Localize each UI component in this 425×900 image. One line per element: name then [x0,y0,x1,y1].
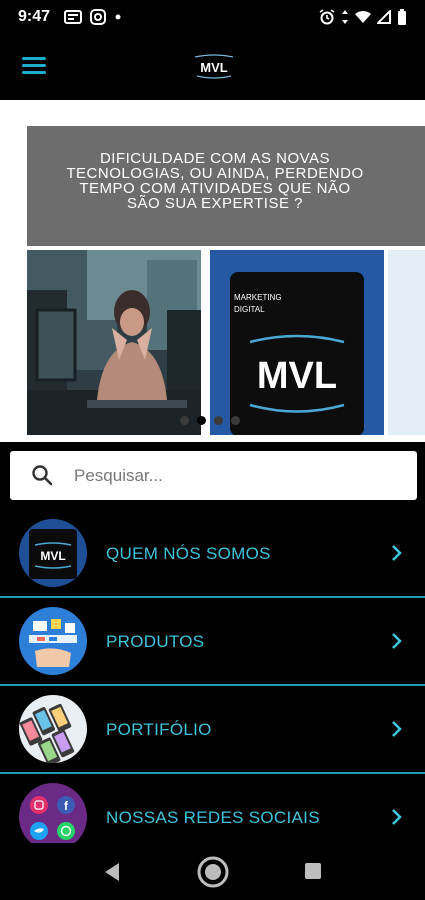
chevron-right-icon [392,545,402,561]
headline-line: SÃO SUA EXPERTISE ? [127,195,303,212]
menu-item-produtos[interactable]: PRODUTOS [0,598,425,686]
carousel-dot-active[interactable] [197,416,206,425]
search-bar[interactable] [10,451,417,500]
instagram-icon [90,9,106,25]
mvl-logo-thumb-icon: MVL [19,519,87,587]
hamburger-menu-icon[interactable] [22,57,46,77]
signal-icon [377,10,391,24]
main-menu-list: MVL QUEM NÓS SOMOS PRODUTOS PORTIFÓLIO f… [0,510,425,862]
notification-icons [64,9,122,25]
system-navigation-bar [0,843,425,900]
card-logo: MVL [257,355,337,397]
banner-headline: DIFICULDADE COM AS NOVAS TECNOLOGIAS, OU… [46,151,384,211]
recent-apps-icon[interactable] [305,863,321,879]
chevron-right-icon [392,809,402,825]
menu-item-label: PRODUTOS [106,632,205,651]
app-logo-text: MVL [200,60,228,75]
menu-item-label: PORTIFÓLIO [106,720,212,739]
status-time: 9:47 [18,8,51,25]
headline-line: TECNOLOGIAS, OU AINDA, PERDENDO [66,165,364,182]
menu-item-label: NOSSAS REDES SOCIAIS [106,808,320,827]
banner-mvl-card: MARKETING DIGITAL MVL [210,250,384,435]
thumb-logo-text: MVL [40,549,65,563]
menu-item-quem-nos-somos[interactable]: MVL QUEM NÓS SOMOS [0,510,425,598]
app-bar: MVL [0,34,425,100]
home-icon[interactable] [196,855,230,889]
message-icon [64,10,82,24]
banner-photo-stressed-woman [27,250,201,435]
data-arrows-icon [342,10,348,24]
system-icons [319,9,407,25]
dot-icon [115,14,121,20]
back-icon[interactable] [103,862,121,882]
card-caption-line1: MARKETING [234,293,282,302]
chevron-right-icon [392,721,402,737]
wifi-icon [355,10,371,23]
headline-line: TEMPO COM ATIVIDADES QUE NÃO [79,180,351,197]
carousel-indicator [180,416,240,425]
carousel-dot[interactable] [214,416,223,425]
card-caption-line2: DIGITAL [234,305,265,314]
menu-item-label: QUEM NÓS SOMOS [106,544,271,563]
search-input[interactable] [74,463,394,489]
status-bar: 9:47 [0,0,425,34]
portfolio-thumb-icon [19,695,87,763]
alarm-icon [319,9,335,25]
products-thumb-icon [19,607,87,675]
carousel-dot[interactable] [231,416,240,425]
banner-next-slide-peek [388,250,425,435]
carousel-dot[interactable] [180,416,189,425]
search-icon[interactable] [30,463,54,487]
headline-line: DIFICULDADE COM AS NOVAS [99,150,331,167]
battery-icon [398,9,406,25]
menu-item-portifolio[interactable]: PORTIFÓLIO [0,686,425,774]
chevron-right-icon [392,633,402,649]
mvl-logo: MVL [194,54,234,79]
social-thumb-icon: f [19,783,87,851]
